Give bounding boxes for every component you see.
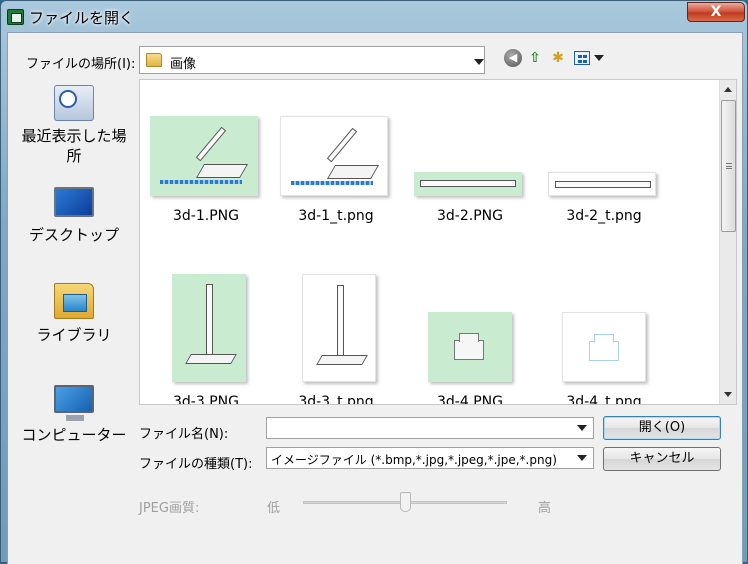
file-thumbnail	[548, 172, 656, 196]
file-item[interactable]: 3d-2.PNG	[410, 116, 550, 256]
quality-low-label: 低	[267, 501, 281, 516]
file-thumbnail	[302, 274, 376, 382]
cancel-button[interactable]: キャンセル	[603, 447, 721, 471]
quality-high-label: 高	[538, 501, 552, 516]
chevron-down-icon[interactable]	[577, 425, 587, 431]
window-title: ファイルを開く	[29, 9, 135, 27]
file-item[interactable]: 3d-1.PNG	[146, 116, 286, 256]
file-item[interactable]: 3d-4.PNG	[410, 274, 550, 404]
filetype-select[interactable]: イメージファイル (*.bmp,*.jpg,*.jpeg,*.jpe,*.png…	[266, 447, 594, 469]
new-folder-icon[interactable]: ✱	[549, 49, 567, 67]
place-recent-label: 最近表示した場所	[21, 127, 127, 165]
file-thumbnail	[172, 274, 246, 382]
vertical-scrollbar[interactable]	[719, 80, 736, 404]
grip-icon	[726, 163, 732, 169]
file-item[interactable]: 3d-1_t.png	[276, 116, 416, 256]
view-menu-chevron-icon[interactable]	[594, 55, 604, 61]
computer-icon	[54, 385, 94, 421]
file-name: 3d-3.PNG	[173, 394, 239, 405]
chevron-down-icon[interactable]	[474, 59, 484, 65]
open-file-dialog: ファイルを開く X ファイルの場所(I): 画像 ◀ ⇧ ✱ 最近表示した場所 …	[0, 0, 748, 564]
file-thumbnail	[150, 116, 258, 196]
file-name: 3d-2.PNG	[437, 208, 503, 224]
file-item[interactable]: 3d-3_t.png	[276, 274, 416, 404]
file-thumbnail	[280, 116, 388, 196]
open-button[interactable]: 開く(O)	[603, 416, 721, 440]
file-list-view[interactable]: 3d-1.PNG 3d-1_t.png 3d-2.PNG 3d-2_t.png …	[139, 79, 737, 405]
scroll-thumb[interactable]	[721, 100, 736, 232]
file-name: 3d-3_t.png	[298, 394, 374, 405]
location-dropdown[interactable]: 画像	[139, 46, 485, 74]
chevron-down-icon[interactable]	[577, 455, 587, 461]
place-desktop-label: デスクトップ	[28, 226, 119, 244]
jpeg-quality-label: JPEG画質:	[139, 501, 200, 516]
dialog-body: ファイルの場所(I): 画像 ◀ ⇧ ✱ 最近表示した場所 デスクトップ ライブ…	[7, 32, 743, 564]
back-icon[interactable]: ◀	[504, 49, 522, 67]
filetype-value: イメージファイル (*.bmp,*.jpg,*.jpeg,*.jpe,*.png…	[271, 453, 557, 467]
filetype-label: ファイルの種類(T):	[139, 457, 253, 472]
scroll-up-icon[interactable]	[724, 87, 732, 92]
desktop-icon	[54, 187, 94, 217]
file-thumbnail	[414, 172, 522, 196]
file-thumbnail	[428, 312, 512, 382]
slider-thumb[interactable]	[399, 492, 411, 512]
file-name: 3d-4_t.png	[566, 394, 642, 405]
places-bar: 最近表示した場所 デスクトップ ライブラリ コンピューター	[12, 81, 136, 481]
close-button[interactable]: X	[687, 2, 745, 22]
file-name: 3d-1.PNG	[173, 208, 239, 224]
place-library-label: ライブラリ	[36, 326, 112, 344]
up-folder-icon[interactable]: ⇧	[526, 49, 544, 67]
file-item[interactable]: 3d-3.PNG	[146, 274, 286, 404]
file-item[interactable]: 3d-2_t.png	[544, 116, 684, 256]
file-thumbnail	[562, 312, 646, 382]
filename-label: ファイル名(N):	[139, 427, 229, 442]
file-name: 3d-2_t.png	[566, 208, 642, 224]
title-bar[interactable]: ファイルを開く X	[1, 1, 747, 33]
place-computer-label: コンピューター	[21, 426, 127, 444]
scroll-down-icon[interactable]	[724, 392, 732, 397]
view-menu-icon[interactable]	[574, 51, 590, 65]
file-name: 3d-1_t.png	[298, 208, 374, 224]
library-icon	[54, 283, 94, 319]
folder-icon	[146, 53, 162, 67]
app-icon	[7, 9, 24, 25]
location-value: 画像	[170, 57, 197, 72]
filename-input[interactable]	[266, 417, 594, 439]
file-name: 3d-4.PNG	[437, 394, 503, 405]
file-item[interactable]: 3d-4_t.png	[544, 274, 684, 404]
recent-places-icon	[54, 85, 94, 121]
location-label: ファイルの場所(I):	[26, 57, 136, 72]
